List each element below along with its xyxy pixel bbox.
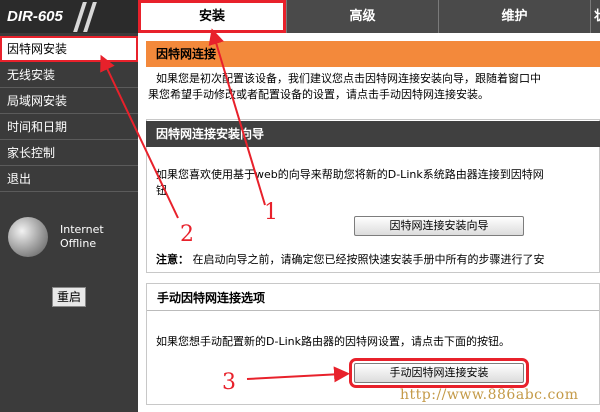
status-line-offline: Offline: [60, 237, 97, 250]
intro-text-line2: 果您希望手动修改或者配置设备的设置，请点击手动因特网连接安装。: [148, 88, 489, 101]
tab-advanced[interactable]: 高级: [286, 0, 438, 33]
status-line-internet: Internet: [60, 223, 104, 236]
tab-maintenance[interactable]: 维护: [438, 0, 590, 33]
internet-status: Internet Offline: [8, 213, 128, 263]
section-title-internet-connection: 因特网连接: [146, 41, 600, 67]
main-content: 因特网连接 如果您是初次配置该设备，我们建议您点击因特网连接安装向导，跟随着窗口…: [138, 33, 600, 412]
section-title-wizard: 因特网连接安装向导: [146, 121, 600, 147]
manual-text: 如果您想手动配置新的D-Link路由器的因特网设置，请点击下面的按钮。: [156, 335, 510, 348]
sidebar-item-parental-control[interactable]: 家长控制: [0, 140, 138, 166]
note-label: 注意：: [156, 253, 189, 266]
internet-status-text: Internet Offline: [60, 223, 104, 251]
sidebar-item-internet-setup[interactable]: 因特网安装: [0, 36, 138, 62]
sidebar-item-lan-setup[interactable]: 局域网安装: [0, 88, 138, 114]
wizard-note: 注意： 在启动向导之前，请确定您已经按照快速安装手册中所有的步骤进行了安: [156, 251, 545, 268]
sidebar: 因特网安装 无线安装 局域网安装 时间和日期 家长控制 退出 Internet …: [0, 33, 138, 412]
section-title-manual: 手动因特网连接选项: [147, 285, 599, 311]
sidebar-item-logout[interactable]: 退出: [0, 166, 138, 192]
internet-setup-wizard-button[interactable]: 因特网连接安装向导: [354, 216, 524, 236]
wizard-text-line1: 如果您喜欢使用基于web的向导来帮助您将新的D-Link系统路由器连接到因特网: [156, 168, 544, 181]
tab-setup[interactable]: 安装: [138, 0, 286, 33]
wizard-text-line2: 钮: [156, 184, 167, 197]
tab-status[interactable]: 状: [590, 0, 600, 33]
top-bar: DIR-605 安装 高级 维护 状: [0, 0, 600, 33]
step-marker-3: 3: [222, 370, 236, 395]
reboot-button[interactable]: 重启: [52, 287, 86, 307]
intro-text-line1: 如果您是初次配置该设备，我们建议您点击因特网连接安装向导，跟随着窗口中: [156, 72, 541, 85]
sidebar-item-time-date[interactable]: 时间和日期: [0, 114, 138, 140]
manual-internet-setup-button[interactable]: 手动因特网连接安装: [349, 358, 529, 388]
step-marker-2: 2: [180, 222, 194, 247]
router-logo: DIR-605: [0, 0, 138, 33]
site-watermark: http://www.886abc.com: [400, 387, 579, 403]
note-text: 在启动向导之前，请确定您已经按照快速安装手册中所有的步骤进行了安: [192, 253, 545, 266]
step-marker-1: 1: [264, 200, 278, 225]
sidebar-item-wireless-setup[interactable]: 无线安装: [0, 62, 138, 88]
globe-icon: [8, 217, 48, 257]
